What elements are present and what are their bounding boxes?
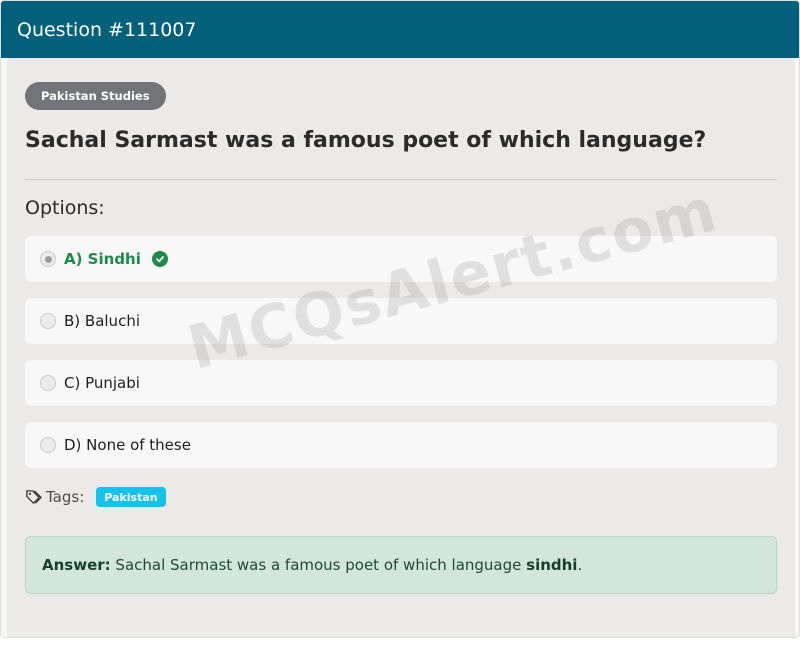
option-c[interactable]: C) Punjabi — [25, 360, 777, 406]
options-heading: Options: — [25, 197, 105, 219]
answer-box: Answer: Sachal Sarmast was a famous poet… — [25, 536, 777, 594]
category-badge[interactable]: Pakistan Studies — [25, 82, 166, 110]
answer-highlight: sindhi — [526, 556, 578, 574]
option-label: C) Punjabi — [64, 374, 140, 392]
option-label: A) Sindhi — [64, 250, 141, 268]
option-label: D) None of these — [64, 436, 191, 454]
left-edge — [1, 58, 7, 637]
tags-row: Tags: Pakistan — [25, 487, 166, 507]
tag-icon — [26, 489, 42, 504]
tags-label: Tags: — [46, 488, 85, 506]
radio-selected-icon[interactable] — [40, 251, 56, 267]
tag-chip[interactable]: Pakistan — [96, 487, 166, 507]
answer-prefix: Answer: — [42, 556, 111, 574]
question-text: Sachal Sarmast was a famous poet of whic… — [25, 128, 707, 153]
option-d[interactable]: D) None of these — [25, 422, 777, 468]
right-edge — [795, 58, 799, 637]
question-number: Question #111007 — [17, 18, 197, 41]
radio-icon[interactable] — [40, 375, 56, 391]
option-b[interactable]: B) Baluchi — [25, 298, 777, 344]
option-label: B) Baluchi — [64, 312, 140, 330]
question-card: Question #111007 Pakistan Studies Sachal… — [0, 0, 800, 638]
question-header: Question #111007 — [1, 1, 799, 58]
answer-suffix: . — [577, 556, 583, 574]
option-a[interactable]: A) Sindhi — [25, 236, 777, 282]
radio-icon[interactable] — [40, 313, 56, 329]
radio-icon[interactable] — [40, 437, 56, 453]
divider — [25, 179, 777, 180]
check-circle-icon — [151, 251, 168, 267]
category-label: Pakistan Studies — [41, 89, 150, 103]
answer-text: Sachal Sarmast was a famous poet of whic… — [110, 556, 527, 574]
